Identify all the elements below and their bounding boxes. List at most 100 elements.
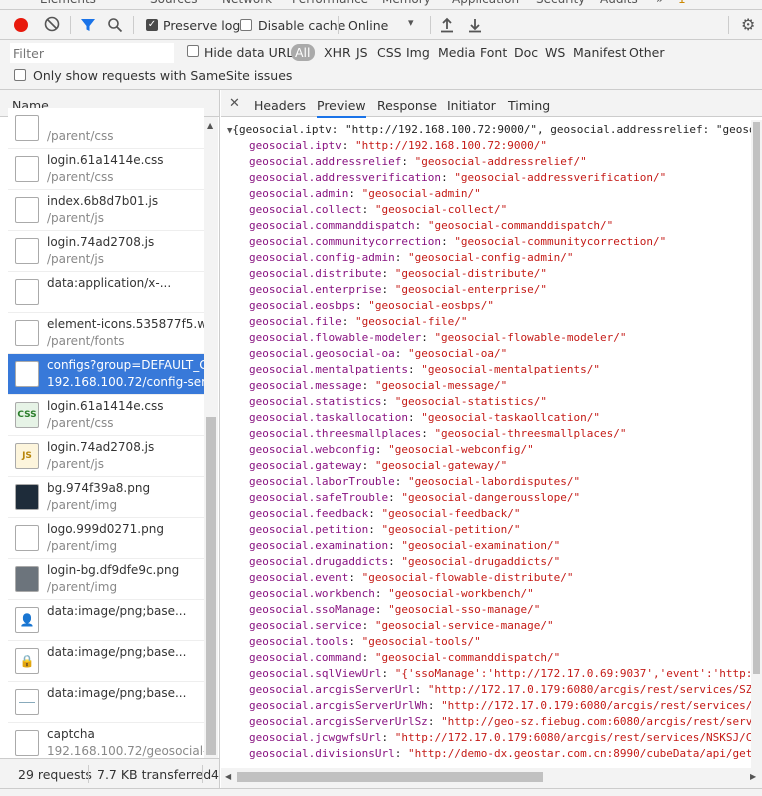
filter-type-img[interactable]: Img (406, 45, 430, 60)
json-entry[interactable]: geosocial.eosbps: "geosocial-eosbps/" (249, 298, 494, 314)
json-entry[interactable]: geosocial.collect: "geosocial-collect/" (249, 202, 507, 218)
json-entry[interactable]: geosocial.ssoManage: "geosocial-sso-mana… (249, 602, 540, 618)
devtools-tab-sources[interactable]: Sources (150, 0, 197, 6)
json-entry[interactable]: geosocial.command: "geosocial-commanddis… (249, 650, 560, 666)
json-entry[interactable]: geosocial.sqlViewUrl: "{'ssoManage':'htt… (249, 666, 751, 682)
filter-type-all[interactable]: All (291, 44, 315, 61)
filter-icon[interactable] (80, 17, 96, 33)
more-tabs-icon[interactable]: » (656, 0, 663, 6)
preserve-log-checkbox[interactable]: ✓ (146, 19, 158, 31)
samesite-label[interactable]: Only show requests with SameSite issues (33, 68, 292, 83)
devtools-tab-performance[interactable]: Performance (292, 0, 368, 6)
json-entry[interactable]: geosocial.addressverification: "geosocia… (249, 170, 666, 186)
json-entry[interactable]: geosocial.config-admin: "geosocial-confi… (249, 250, 574, 266)
disable-cache-checkbox[interactable] (240, 19, 252, 31)
preserve-log-label[interactable]: Preserve log (163, 18, 240, 33)
json-entry[interactable]: geosocial.message: "geosocial-message/" (249, 378, 507, 394)
preview-horizontal-scrollbar[interactable]: ◀ ▶ (221, 768, 762, 788)
warning-count[interactable]: 1 (678, 0, 686, 6)
devtools-tab-application[interactable]: Application (452, 0, 519, 6)
close-icon[interactable]: ✕ (229, 96, 240, 111)
json-entry[interactable]: geosocial.arcgisServerUrl: "http://172.1… (249, 682, 751, 698)
json-entry[interactable]: geosocial.communitycorrection: "geosocia… (249, 234, 666, 250)
json-root-summary[interactable]: ▼{geosocial.iptv: "http://192.168.100.72… (227, 122, 751, 138)
json-entry[interactable]: geosocial.statistics: "geosocial-statist… (249, 394, 547, 410)
scrollbar-thumb[interactable] (753, 122, 760, 674)
import-har-icon[interactable] (440, 17, 454, 33)
scrollbar-thumb[interactable] (237, 772, 543, 782)
request-row[interactable]: logo.999d0271.png/parent/img (8, 518, 204, 559)
filter-type-css[interactable]: CSS (377, 45, 402, 60)
json-entry[interactable]: geosocial.geosocial-oa: "geosocial-oa/" (249, 346, 507, 362)
filter-type-doc[interactable]: Doc (514, 45, 538, 60)
devtools-tab-security[interactable]: Security (536, 0, 585, 6)
throttling-select[interactable]: Online (348, 18, 388, 33)
json-entry[interactable]: geosocial.distribute: "geosocial-distrib… (249, 266, 547, 282)
json-entry[interactable]: geosocial.taskallocation: "geosocial-tas… (249, 410, 600, 426)
search-icon[interactable] (107, 17, 123, 33)
request-row[interactable]: configs?group=DEFAULT_GROUP&dataId=geoso… (8, 354, 204, 395)
export-har-icon[interactable] (468, 17, 482, 33)
json-entry[interactable]: geosocial.drugaddicts: "geosocial-drugad… (249, 554, 560, 570)
scroll-up-arrow-icon[interactable]: ▲ (207, 121, 213, 130)
request-row[interactable]: /parent/css (8, 108, 204, 149)
json-entry[interactable]: geosocial.webconfig: "geosocial-webconfi… (249, 442, 534, 458)
hide-data-urls-checkbox[interactable] (187, 45, 199, 57)
request-row[interactable]: captcha 192.168.100.72/geosocial-sso/ (8, 723, 204, 758)
json-entry[interactable]: geosocial.jcwgwfsUrl: "http://172.17.0.1… (249, 730, 751, 746)
request-row[interactable]: data:image/png;base... (8, 682, 204, 723)
request-row[interactable]: data:application/x-... (8, 272, 204, 313)
tab-timing[interactable]: Timing (508, 98, 550, 113)
json-entry[interactable]: geosocial.examination: "geosocial-examin… (249, 538, 560, 554)
json-entry[interactable]: geosocial.mentalpatients: "geosocial-men… (249, 362, 600, 378)
filter-type-xhr[interactable]: XHR (324, 45, 351, 60)
json-entry[interactable]: geosocial.event: "geosocial-flowable-dis… (249, 570, 574, 586)
filter-type-js[interactable]: JS (356, 45, 368, 60)
json-entry[interactable]: geosocial.iptv: "http://192.168.100.72:9… (249, 138, 547, 154)
request-list-scrollbar[interactable]: ▲ (204, 117, 218, 758)
json-entry[interactable]: geosocial.safeTrouble: "geosocial-danger… (249, 490, 580, 506)
clear-icon[interactable] (44, 16, 60, 32)
request-row[interactable]: login-bg.df9dfe9c.png/parent/img (8, 559, 204, 600)
devtools-tab-network[interactable]: Network (222, 0, 272, 6)
record-button[interactable] (14, 18, 28, 32)
devtools-tab-memory[interactable]: Memory (382, 0, 431, 6)
filter-input[interactable] (10, 43, 174, 63)
json-entry[interactable]: geosocial.tools: "geosocial-tools/" (249, 634, 481, 650)
tab-response[interactable]: Response (377, 98, 437, 113)
devtools-tab-audits[interactable]: Audits (600, 0, 638, 6)
json-entry[interactable]: geosocial.divisionsUrl: "http://demo-dx.… (249, 746, 751, 762)
filter-type-manifest[interactable]: Manifest (573, 45, 626, 60)
disable-cache-label[interactable]: Disable cache (258, 18, 345, 33)
request-row[interactable]: 🔒 data:image/png;base... (8, 641, 204, 682)
gear-icon[interactable]: ⚙ (741, 15, 755, 34)
devtools-tab-elements[interactable]: Elements (40, 0, 96, 6)
json-entry[interactable]: geosocial.petition: "geosocial-petition/… (249, 522, 521, 538)
json-entry[interactable]: geosocial.arcgisServerUrlSz: "http://geo… (249, 714, 751, 730)
filter-type-font[interactable]: Font (480, 45, 507, 60)
request-row[interactable]: 👤 data:image/png;base... (8, 600, 204, 641)
json-entry[interactable]: geosocial.admin: "geosocial-admin/" (249, 186, 481, 202)
samesite-checkbox[interactable] (14, 69, 26, 81)
request-row[interactable]: element-icons.535877f5.woff/parent/fonts (8, 313, 204, 354)
hide-data-urls-label[interactable]: Hide data URLs (204, 45, 300, 60)
request-row[interactable]: login.61a1414e.css/parent/css (8, 149, 204, 190)
request-row[interactable]: index.6b8d7b01.js/parent/js (8, 190, 204, 231)
json-entry[interactable]: geosocial.enterprise: "geosocial-enterpr… (249, 282, 547, 298)
tab-preview[interactable]: Preview (317, 98, 366, 118)
filter-type-media[interactable]: Media (438, 45, 476, 60)
request-row[interactable]: bg.974f39a8.png/parent/img (8, 477, 204, 518)
json-entry[interactable]: geosocial.laborTrouble: "geosocial-labor… (249, 474, 580, 490)
json-entry[interactable]: geosocial.arcgisServerUrlWh: "http://172… (249, 698, 751, 714)
filter-type-other[interactable]: Other (629, 45, 665, 60)
json-entry[interactable]: geosocial.workbench: "geosocial-workbenc… (249, 586, 534, 602)
json-entry[interactable]: geosocial.feedback: "geosocial-feedback/… (249, 506, 521, 522)
request-row[interactable]: JS login.74ad2708.js/parent/js (8, 436, 204, 477)
tab-headers[interactable]: Headers (254, 98, 306, 113)
preview-vertical-scrollbar[interactable] (751, 120, 762, 768)
request-row[interactable]: login.74ad2708.js/parent/js (8, 231, 204, 272)
tab-initiator[interactable]: Initiator (447, 98, 496, 113)
json-entry[interactable]: geosocial.file: "geosocial-file/" (249, 314, 468, 330)
scroll-left-arrow-icon[interactable]: ◀ (225, 772, 231, 781)
json-entry[interactable]: geosocial.threesmallplaces: "geosocial-t… (249, 426, 627, 442)
